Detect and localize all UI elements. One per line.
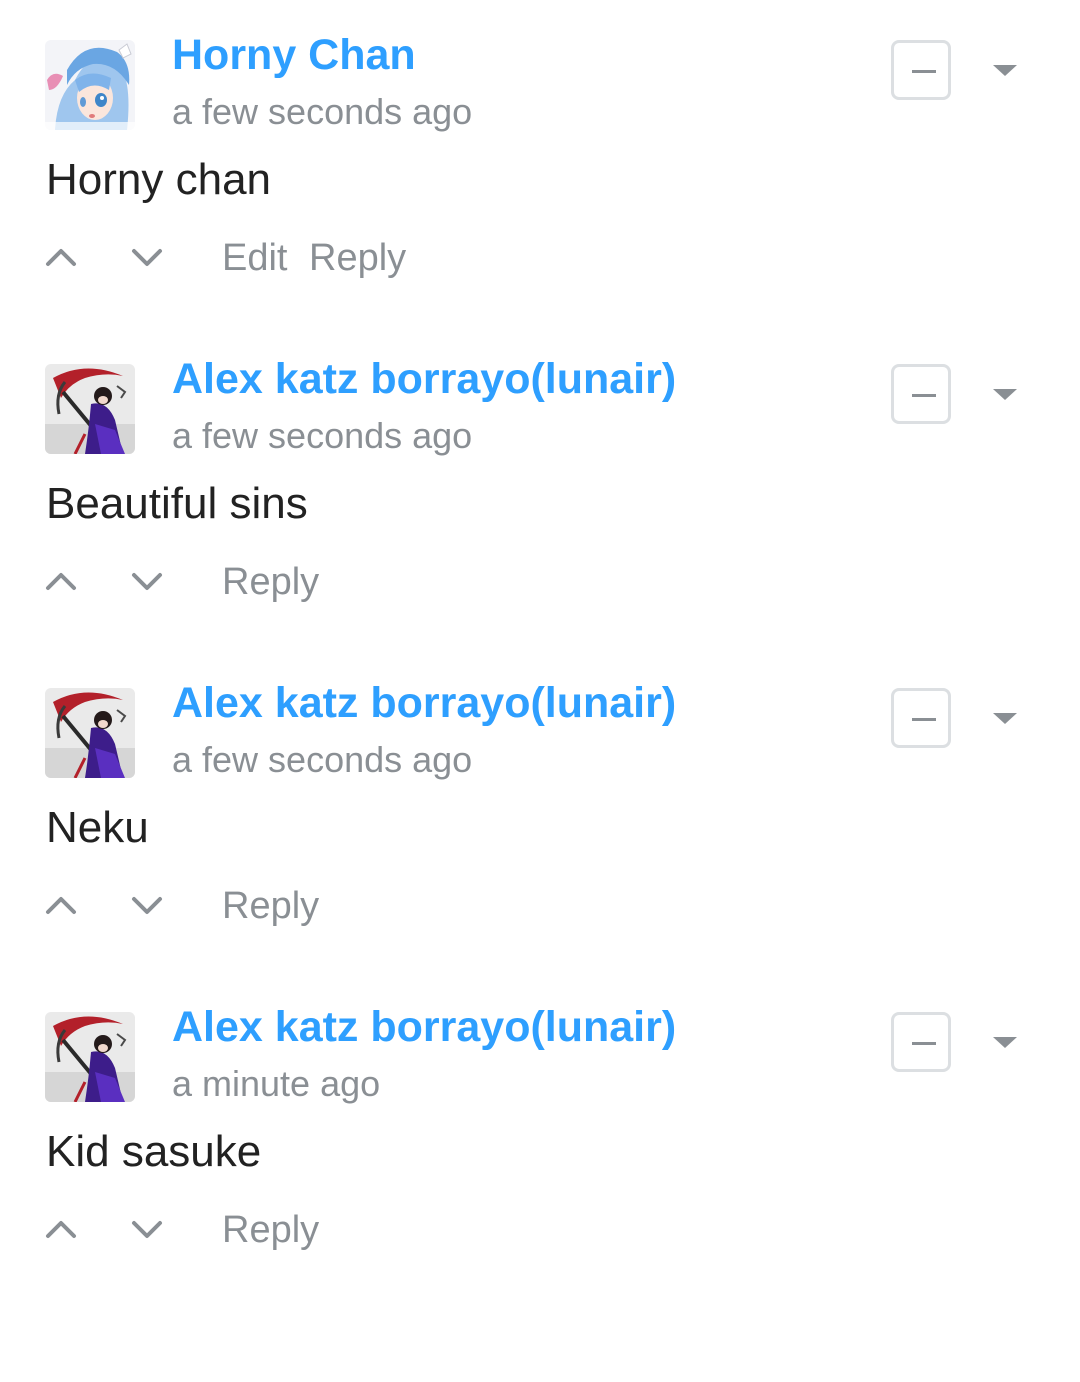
caret-down-icon[interactable] [990,708,1020,728]
comment-actions: Edit Reply [0,228,1080,288]
avatar[interactable] [45,364,135,454]
collapse-button[interactable] [891,364,951,424]
edit-link[interactable]: Edit [222,234,287,282]
collapse-button[interactable] [891,40,951,100]
reply-link[interactable]: Reply [309,234,406,282]
comment-timestamp[interactable]: a few seconds ago [172,414,472,458]
comment-author[interactable]: Horny Chan [172,28,416,82]
anime-girl-avatar-image [45,40,135,130]
caret-down-icon[interactable] [990,60,1020,80]
comment-body: Neku [46,803,149,852]
collapse-button[interactable] [891,1012,951,1072]
comment-actions: Reply [0,876,1080,936]
comment-author[interactable]: Alex katz borrayo(lunair) [172,352,676,406]
comment-item: Alex katz borrayo(lunair) a minute ago K… [0,972,1080,1262]
comment-timestamp[interactable]: a minute ago [172,1062,380,1106]
minus-icon [912,70,936,73]
comment-timestamp[interactable]: a few seconds ago [172,90,472,134]
downvote-chevron-icon[interactable] [130,1214,164,1244]
avatar[interactable] [45,688,135,778]
downvote-chevron-icon[interactable] [130,566,164,596]
upvote-chevron-icon[interactable] [44,566,78,596]
comment-author[interactable]: Alex katz borrayo(lunair) [172,676,676,730]
scythe-character-avatar-image [45,364,135,454]
upvote-chevron-icon[interactable] [44,242,78,272]
minus-icon [912,394,936,397]
comment-body: Horny chan [46,155,272,204]
reply-link[interactable]: Reply [222,1206,319,1254]
comment-timestamp[interactable]: a few seconds ago [172,738,472,782]
scythe-character-avatar-image [45,688,135,778]
collapse-button[interactable] [891,688,951,748]
avatar[interactable] [45,1012,135,1102]
upvote-chevron-icon[interactable] [44,890,78,920]
comment-item: Alex katz borrayo(lunair) a few seconds … [0,324,1080,614]
comment-item: Horny Chan a few seconds ago Horny chan … [0,0,1080,290]
comment-item: Alex katz borrayo(lunair) a few seconds … [0,648,1080,938]
downvote-chevron-icon[interactable] [130,890,164,920]
caret-down-icon[interactable] [990,1032,1020,1052]
avatar[interactable] [45,40,135,130]
reply-link[interactable]: Reply [222,882,319,930]
comment-actions: Reply [0,552,1080,612]
scythe-character-avatar-image [45,1012,135,1102]
reply-link[interactable]: Reply [222,558,319,606]
minus-icon [912,718,936,721]
upvote-chevron-icon[interactable] [44,1214,78,1244]
comment-body: Beautiful sins [46,479,308,528]
caret-down-icon[interactable] [990,384,1020,404]
comment-body: Kid sasuke [46,1127,262,1176]
comment-author[interactable]: Alex katz borrayo(lunair) [172,1000,676,1054]
comment-actions: Reply [0,1200,1080,1260]
downvote-chevron-icon[interactable] [130,242,164,272]
minus-icon [912,1042,936,1045]
